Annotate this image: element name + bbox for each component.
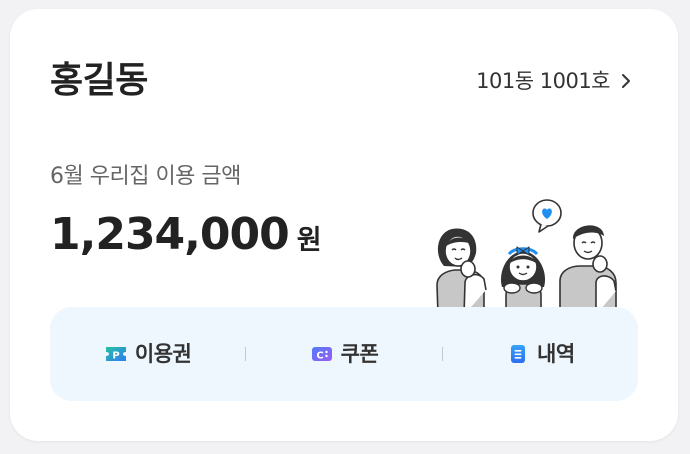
history-button[interactable]: 내역 [443,307,638,401]
quick-actions-bar: P 이용권 C 쿠폰 내역 [50,307,638,401]
coupon-label: 쿠폰 [340,342,379,366]
resident-name: 홍길동 [50,60,148,101]
ticket-label: 이용권 [134,342,192,366]
parking-ticket-icon: P [105,347,126,362]
summary-card: 홍길동 101동 1001호 6월 우리집 이용 금액 1,234,000 원 [10,9,678,441]
unit-selector[interactable]: 101동 1001호 [476,67,634,95]
usage-label: 6월 우리집 이용 금액 [50,164,241,189]
chevron-right-icon [622,74,630,88]
ticket-button[interactable]: P 이용권 [50,307,245,401]
unit-label: 101동 1001호 [476,69,610,93]
coupon-icon: C [311,347,332,362]
heart-bubble-icon [532,199,562,233]
girl-figure [500,246,546,315]
currency-unit: 원 [296,225,322,256]
man-figure [559,225,617,315]
coupon-button[interactable]: C 쿠폰 [246,307,441,401]
family-illustration [436,199,617,315]
svg-text:P: P [112,351,119,362]
usage-amount-row: 1,234,000 원 [50,207,322,263]
history-label: 내역 [537,342,575,366]
woman-figure [436,228,487,315]
history-icon [511,345,525,363]
svg-text:C: C [316,351,323,362]
usage-amount: 1,234,000 [50,209,290,260]
